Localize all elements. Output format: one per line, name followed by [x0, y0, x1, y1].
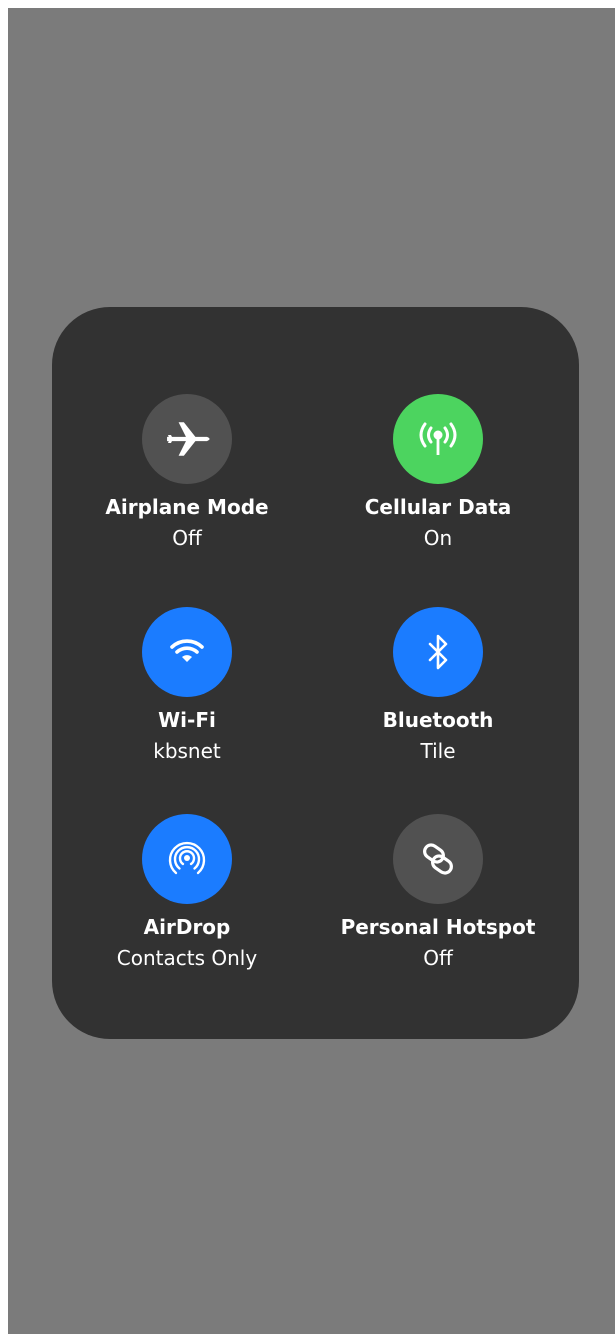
- cellular-data-status: On: [423, 526, 453, 550]
- airplane-icon: [167, 422, 210, 456]
- cellular-data-button[interactable]: [393, 394, 483, 484]
- airplane-mode-label: Airplane Mode: [105, 495, 269, 519]
- bluetooth-button[interactable]: [393, 607, 483, 697]
- personal-hotspot-label: Personal Hotspot: [340, 915, 536, 939]
- wifi-network-name: kbsnet: [153, 739, 221, 763]
- airplane-mode-button[interactable]: [142, 394, 232, 484]
- airdrop-toggle[interactable]: AirDrop Contacts Only: [72, 814, 302, 994]
- bluetooth-icon: [428, 634, 448, 670]
- airdrop-button[interactable]: [142, 814, 232, 904]
- cellular-antenna-icon: [419, 422, 457, 455]
- screen-background: Airplane Mode Off Cellular Data On Wi-Fi…: [8, 8, 615, 1334]
- cellular-data-label: Cellular Data: [364, 495, 512, 519]
- wifi-toggle[interactable]: Wi-Fi kbsnet: [72, 607, 302, 787]
- bluetooth-label: Bluetooth: [382, 708, 494, 732]
- personal-hotspot-status: Off: [423, 946, 453, 970]
- wifi-label: Wi-Fi: [158, 708, 216, 732]
- airdrop-status: Contacts Only: [116, 946, 258, 970]
- bluetooth-device-name: Tile: [420, 739, 456, 763]
- personal-hotspot-toggle[interactable]: Personal Hotspot Off: [323, 814, 553, 994]
- connectivity-panel: Airplane Mode Off Cellular Data On Wi-Fi…: [52, 307, 579, 1039]
- personal-hotspot-button[interactable]: [393, 814, 483, 904]
- link-icon: [423, 843, 453, 875]
- airdrop-label: AirDrop: [143, 915, 231, 939]
- wifi-icon: [170, 639, 204, 662]
- airplane-mode-status: Off: [172, 526, 202, 550]
- cellular-data-toggle[interactable]: Cellular Data On: [323, 394, 553, 574]
- airdrop-icon: [168, 841, 206, 875]
- wifi-button[interactable]: [142, 607, 232, 697]
- airplane-mode-toggle[interactable]: Airplane Mode Off: [72, 394, 302, 574]
- bluetooth-toggle[interactable]: Bluetooth Tile: [323, 607, 553, 787]
